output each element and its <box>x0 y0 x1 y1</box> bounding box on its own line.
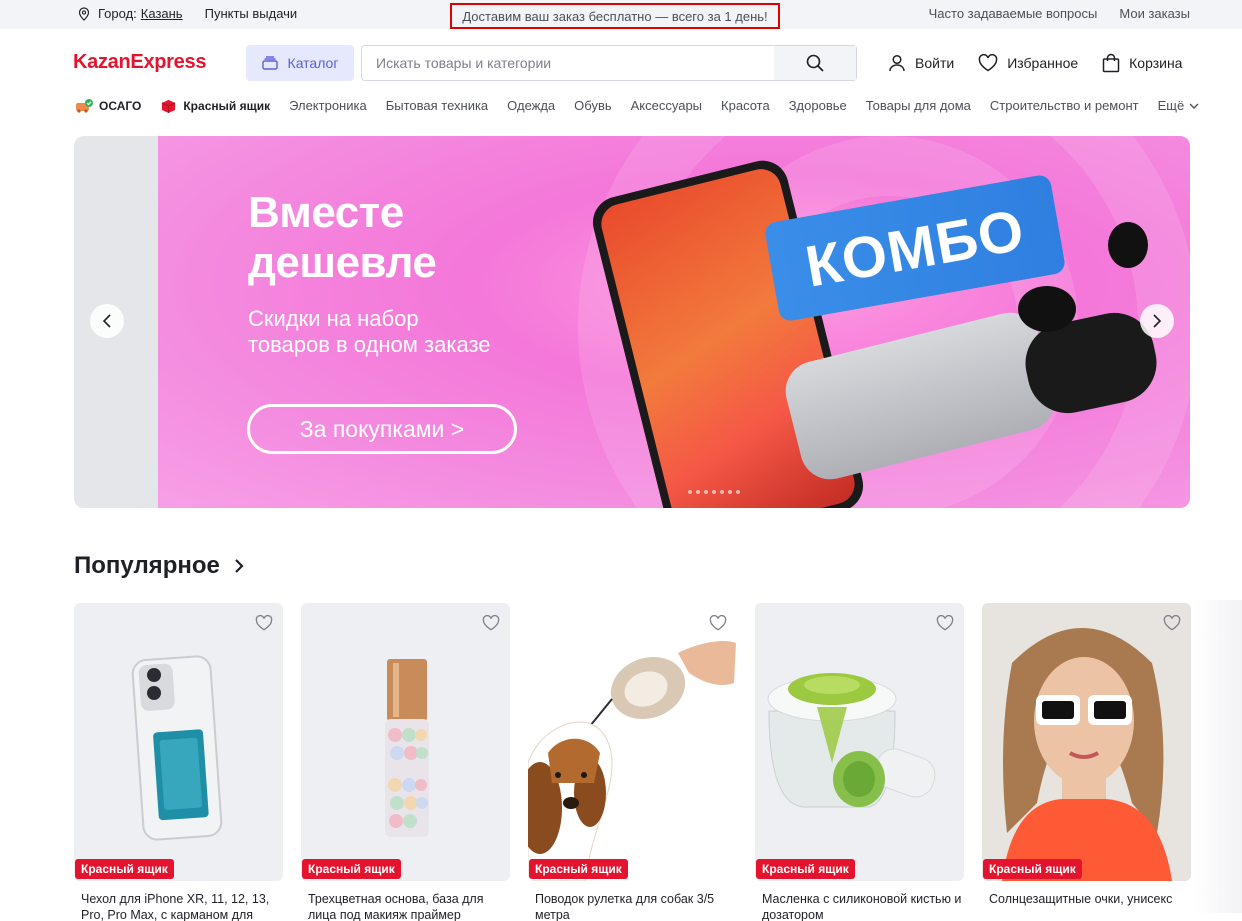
top-bar: Город: Казань Пункты выдачи Доставим ваш… <box>0 0 1242 29</box>
nav-item-beauty[interactable]: Красота <box>721 98 770 113</box>
chevron-right-icon <box>235 559 244 573</box>
earbud-image <box>1108 222 1148 268</box>
my-orders-link[interactable]: Мои заказы <box>1119 6 1190 21</box>
cart-bag-icon <box>1102 53 1120 73</box>
favorites-label: Избранное <box>1007 55 1079 71</box>
phone-case-image <box>131 655 223 841</box>
product-title[interactable]: Чехол для iPhone XR, 11, 12, 13, Pro, Pr… <box>74 891 283 921</box>
earbud-image <box>1018 286 1076 332</box>
banner-title: Вместе дешевле <box>248 188 437 287</box>
city-label: Город: <box>98 6 137 21</box>
product-image: Красный ящик <box>982 603 1191 881</box>
category-nav: ОСАГО Красный ящик Электроника Бытовая т… <box>76 98 1200 113</box>
red-box-badge: Красный ящик <box>75 859 174 879</box>
login-label: Войти <box>915 55 955 71</box>
favorites-button[interactable]: Избранное <box>978 54 1078 72</box>
nav-item-accessories[interactable]: Аксессуары <box>631 98 702 113</box>
nav-item-health[interactable]: Здоровье <box>789 98 847 113</box>
city-link[interactable]: Казань <box>141 6 183 21</box>
product-image: Красный ящик <box>755 603 964 881</box>
chevron-left-icon <box>102 314 111 328</box>
popular-section-title[interactable]: Популярное <box>74 552 244 580</box>
user-icon <box>889 54 905 72</box>
scroll-fade <box>1192 600 1242 913</box>
car-shield-icon <box>76 98 93 113</box>
logo[interactable]: KazanExpress <box>73 51 206 74</box>
primer-bottle-image <box>385 659 429 837</box>
nav-item-clothing[interactable]: Одежда <box>507 98 555 113</box>
product-title[interactable]: Солнцезащитные очки, унисекс <box>982 891 1191 921</box>
popular-products-list: Красный ящик Чехол для iPhone XR, 11, 12… <box>74 603 1191 921</box>
red-box-badge: Красный ящик <box>983 859 1082 879</box>
product-card[interactable]: Красный ящик Масленка с силиконовой кист… <box>755 603 964 921</box>
cart-label: Корзина <box>1129 55 1183 71</box>
banner-slide: Вместе дешевле Скидки на набор товаров в… <box>158 136 1190 508</box>
banner-prev-button[interactable] <box>90 304 124 338</box>
nav-item-home-goods[interactable]: Товары для дома <box>866 98 971 113</box>
chevron-down-icon <box>1189 103 1199 109</box>
login-button[interactable]: Войти <box>888 54 954 72</box>
product-card[interactable]: Красный ящик Чехол для iPhone XR, 11, 12… <box>74 603 283 921</box>
product-card[interactable]: Красный ящик Солнцезащитные очки, унисек… <box>982 603 1191 921</box>
red-box-badge: Красный ящик <box>529 859 628 879</box>
favorite-heart-icon[interactable] <box>1163 615 1181 631</box>
product-card[interactable]: Красный ящик Трехцветная основа, база дл… <box>301 603 510 921</box>
catalog-label: Каталог <box>287 55 339 71</box>
nav-item-appliances[interactable]: Бытовая техника <box>386 98 488 113</box>
cart-button[interactable]: Корзина <box>1102 53 1182 73</box>
dog-leash-image <box>528 641 736 881</box>
banner-next-button[interactable] <box>1140 304 1174 338</box>
nav-more-button[interactable]: Ещё <box>1158 98 1201 113</box>
nav-red-box-label: Красный ящик <box>183 98 271 113</box>
red-box-badge: Красный ящик <box>302 859 401 879</box>
search-bar <box>361 45 857 81</box>
nav-item-osago[interactable]: ОСАГО <box>76 98 142 113</box>
popular-title-text: Популярное <box>74 552 220 579</box>
header: KazanExpress Каталог Войти Избранное Кор… <box>0 29 1242 93</box>
city-selector[interactable]: Город: Казань Пункты выдачи <box>78 6 297 21</box>
catalog-button[interactable]: Каталог <box>246 45 354 81</box>
favorite-heart-icon[interactable] <box>482 615 500 631</box>
nav-osago-label: ОСАГО <box>99 98 142 113</box>
favorite-heart-icon[interactable] <box>255 615 273 631</box>
nav-item-red-box[interactable]: Красный ящик <box>160 99 270 113</box>
red-box-badge: Красный ящик <box>756 859 855 879</box>
location-pin-icon <box>78 6 90 21</box>
product-image: Красный ящик <box>301 603 510 881</box>
faq-link[interactable]: Часто задаваемые вопросы <box>929 6 1098 21</box>
catalog-icon <box>261 56 278 70</box>
heart-icon <box>978 54 998 72</box>
search-icon <box>806 54 824 72</box>
slide-indicator <box>688 490 740 494</box>
promo-banner[interactable]: Вместе дешевле Скидки на набор товаров в… <box>74 136 1190 508</box>
nav-more-label: Ещё <box>1157 98 1185 113</box>
product-image: Красный ящик <box>528 603 737 881</box>
sunglasses-model-image <box>1002 628 1172 881</box>
oil-dispenser-image <box>767 673 936 808</box>
nav-item-shoes[interactable]: Обувь <box>574 98 611 113</box>
banner-shop-button[interactable]: За покупками > <box>247 404 517 454</box>
delivery-promo-text: Доставим ваш заказ бесплатно — всего за … <box>450 3 780 29</box>
product-title[interactable]: Трехцветная основа, база для лица под ма… <box>301 891 510 921</box>
red-box-icon <box>162 99 176 113</box>
favorite-heart-icon[interactable] <box>709 615 727 631</box>
product-card[interactable]: Красный ящик Поводок рулетка для собак 3… <box>528 603 737 921</box>
nav-item-electronics[interactable]: Электроника <box>289 98 367 113</box>
product-image: Красный ящик <box>74 603 283 881</box>
chevron-right-icon <box>1153 314 1162 328</box>
product-title[interactable]: Поводок рулетка для собак 3/5 метра <box>528 891 737 921</box>
search-input[interactable] <box>362 46 774 80</box>
product-title[interactable]: Масленка с силиконовой кистью и дозаторо… <box>755 891 964 921</box>
nav-item-construction[interactable]: Строительство и ремонт <box>990 98 1139 113</box>
search-button[interactable] <box>774 46 856 80</box>
favorite-heart-icon[interactable] <box>936 615 954 631</box>
pickup-points-link[interactable]: Пункты выдачи <box>205 6 298 21</box>
banner-subtitle: Скидки на набор товаров в одном заказе <box>248 306 491 357</box>
